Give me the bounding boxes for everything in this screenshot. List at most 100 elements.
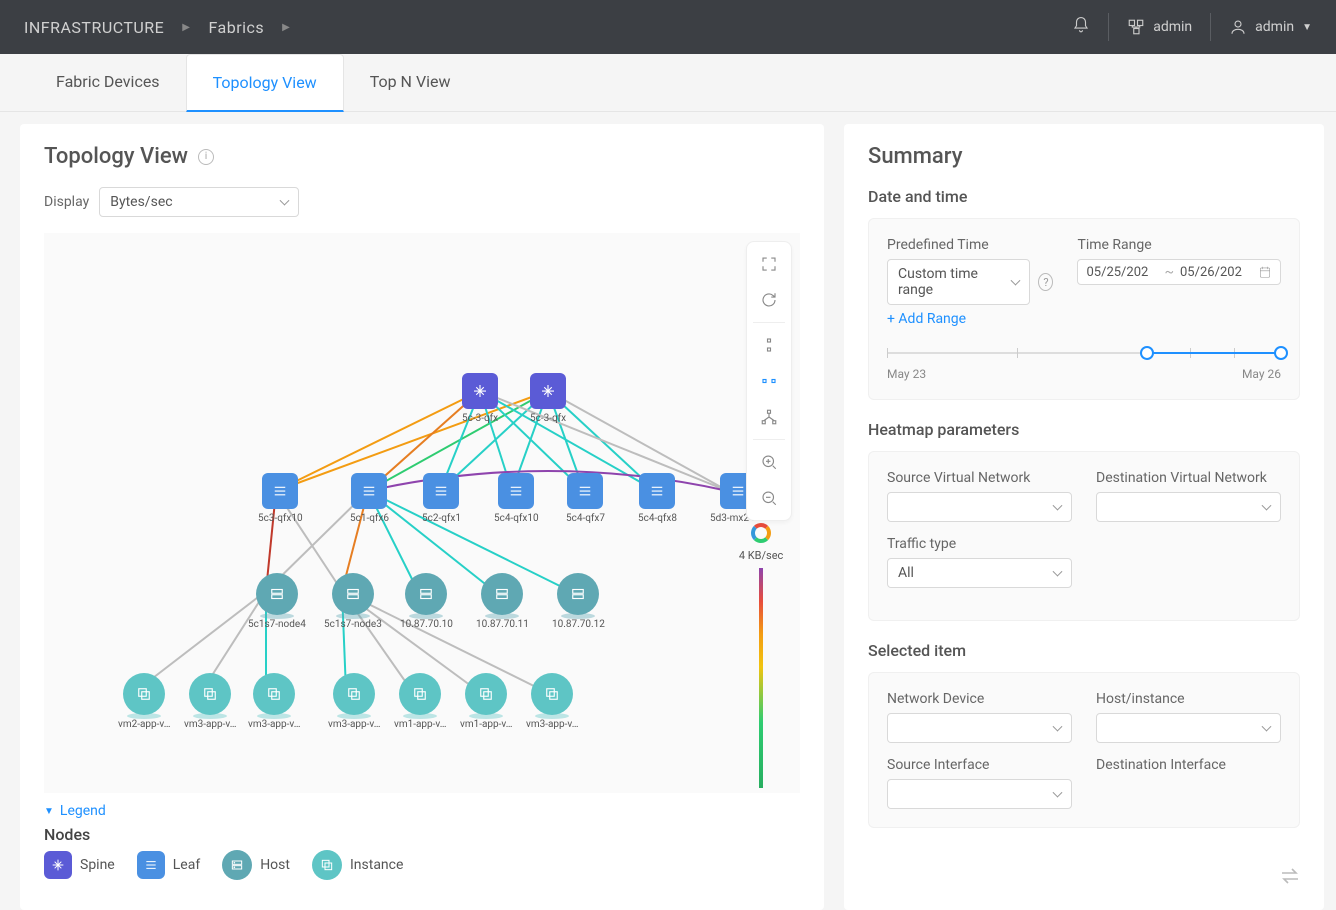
breadcrumb-section[interactable]: Fabrics bbox=[208, 18, 264, 37]
net-device-label: Network Device bbox=[887, 691, 1072, 707]
time-range-label: Time Range bbox=[1077, 237, 1281, 253]
summary-title: Summary bbox=[868, 144, 1300, 169]
heatmap-ring-icon bbox=[751, 523, 771, 543]
range-separator: ~ bbox=[1164, 264, 1174, 280]
chevron-right-icon: ▶ bbox=[282, 22, 290, 33]
bell-icon[interactable] bbox=[1072, 16, 1090, 38]
dst-vn-label: Destination Virtual Network bbox=[1096, 470, 1281, 486]
node-host-1[interactable]: 5c1s7-node4 bbox=[248, 573, 306, 630]
tab-top-n-view[interactable]: Top N View bbox=[344, 54, 477, 111]
node-inst-2[interactable]: vm3-app-v… bbox=[184, 673, 236, 730]
node-inst-3[interactable]: vm3-app-v… bbox=[248, 673, 300, 730]
traffic-type-select[interactable]: All bbox=[887, 558, 1072, 588]
tab-topology-view[interactable]: Topology View bbox=[186, 54, 344, 112]
src-vn-select[interactable] bbox=[887, 492, 1072, 522]
time-slider[interactable]: May 23 May 26 bbox=[887, 345, 1281, 381]
node-inst-6[interactable]: vm1-app-v… bbox=[460, 673, 512, 730]
legend-section-title: Nodes bbox=[44, 825, 800, 844]
legend-toggle-label: Legend bbox=[60, 803, 106, 819]
traffic-type-label: Traffic type bbox=[887, 536, 1072, 552]
node-leaf-1[interactable]: 5c3-qfx10 bbox=[258, 473, 303, 524]
time-range-from[interactable] bbox=[1086, 265, 1158, 280]
tab-fabric-devices[interactable]: Fabric Devices bbox=[30, 54, 186, 111]
node-leaf-4[interactable]: 5c4-qfx10 bbox=[494, 473, 539, 524]
user-menu[interactable]: admin ▼ bbox=[1229, 18, 1312, 36]
node-host-2[interactable]: 5c1s7-node3 bbox=[324, 573, 382, 630]
topbar-right: admin admin ▼ bbox=[1072, 13, 1312, 41]
selected-section-title: Selected item bbox=[868, 641, 1300, 660]
time-range-to[interactable] bbox=[1180, 265, 1252, 280]
heatmap-scale: 4 KB/sec 0 Bytes/sec bbox=[732, 523, 790, 793]
node-inst-4[interactable]: vm3-app-v… bbox=[328, 673, 380, 730]
host-instance-label: Host/instance bbox=[1096, 691, 1281, 707]
legend-toggle[interactable]: ▼ Legend bbox=[44, 803, 800, 819]
slider-label-to: May 26 bbox=[1242, 367, 1281, 381]
node-spine-1[interactable]: 5c-3-qfx bbox=[462, 373, 498, 424]
node-host-4[interactable]: 10.87.70.11 bbox=[476, 573, 529, 630]
node-leaf-6[interactable]: 5c4-qfx8 bbox=[638, 473, 677, 524]
breadcrumb-root[interactable]: INFRASTRUCTURE bbox=[24, 18, 164, 37]
node-leaf-3[interactable]: 5c2-qfx1 bbox=[422, 473, 461, 524]
summary-panel: Summary Date and time Predefined Time Cu… bbox=[844, 124, 1324, 910]
divider bbox=[1210, 13, 1211, 41]
display-value: Bytes/sec bbox=[110, 194, 172, 210]
help-icon[interactable]: ? bbox=[1038, 273, 1053, 291]
instance-icon bbox=[312, 850, 342, 880]
slider-handle-start[interactable] bbox=[1140, 346, 1154, 360]
leaf-icon bbox=[137, 851, 165, 879]
display-row: Display Bytes/sec bbox=[44, 187, 800, 217]
predefined-time-value: Custom time range bbox=[898, 266, 978, 298]
host-instance-select[interactable] bbox=[1096, 713, 1281, 743]
chevron-right-icon: ▶ bbox=[182, 22, 190, 33]
sitemap-icon bbox=[1127, 18, 1145, 36]
page-title-text: Topology View bbox=[44, 144, 188, 169]
zoom-in-button[interactable] bbox=[753, 446, 785, 478]
swap-button[interactable] bbox=[1278, 864, 1302, 888]
tenant-name: admin bbox=[1153, 19, 1192, 35]
spine-icon bbox=[44, 851, 72, 879]
heatmap-section-title: Heatmap parameters bbox=[868, 420, 1300, 439]
add-range-link[interactable]: + Add Range bbox=[887, 311, 1053, 327]
calendar-icon bbox=[1258, 265, 1272, 279]
layout-vertical-button[interactable] bbox=[753, 329, 785, 361]
zoom-out-button[interactable] bbox=[753, 482, 785, 514]
slider-label-from: May 23 bbox=[887, 367, 926, 381]
dst-if-label: Destination Interface bbox=[1096, 757, 1281, 773]
tenant-selector[interactable]: admin bbox=[1127, 18, 1192, 36]
canvas-toolbar bbox=[746, 241, 792, 521]
node-host-5[interactable]: 10.87.70.12 bbox=[552, 573, 605, 630]
node-leaf-5[interactable]: 5c4-qfx7 bbox=[566, 473, 605, 524]
src-if-select[interactable] bbox=[887, 779, 1072, 809]
display-label: Display bbox=[44, 194, 89, 210]
node-host-3[interactable]: 10.87.70.10 bbox=[400, 573, 453, 630]
user-name: admin bbox=[1255, 19, 1294, 35]
scale-max: 4 KB/sec bbox=[739, 549, 783, 562]
tabs: Fabric Devices Topology View Top N View bbox=[0, 54, 1336, 112]
dst-vn-select[interactable] bbox=[1096, 492, 1281, 522]
node-inst-7[interactable]: vm3-app-v… bbox=[526, 673, 578, 730]
chevron-down-icon: ▼ bbox=[44, 806, 54, 817]
layout-tree-button[interactable] bbox=[753, 401, 785, 433]
node-inst-1[interactable]: vm2-app-v… bbox=[118, 673, 170, 730]
node-spine-2[interactable]: 5c-3-qfx bbox=[530, 373, 566, 424]
legend-host: Host bbox=[222, 850, 290, 880]
predefined-time-select[interactable]: Custom time range bbox=[887, 259, 1030, 305]
fullscreen-button[interactable] bbox=[753, 248, 785, 280]
info-icon[interactable]: i bbox=[198, 149, 214, 165]
breadcrumb: INFRASTRUCTURE ▶ Fabrics ▶ bbox=[24, 18, 290, 37]
topology-canvas[interactable]: 5c-3-qfx 5c-3-qfx 5c3-qfx10 5c1-qfx6 5c2-qfx… bbox=[44, 233, 800, 793]
src-vn-label: Source Virtual Network bbox=[887, 470, 1072, 486]
node-inst-5[interactable]: vm1-app-v… bbox=[394, 673, 446, 730]
legend-leaf: Leaf bbox=[137, 851, 200, 879]
chevron-down-icon: ▼ bbox=[1302, 22, 1312, 33]
src-if-label: Source Interface bbox=[887, 757, 1072, 773]
net-device-select[interactable] bbox=[887, 713, 1072, 743]
scale-gradient bbox=[759, 568, 763, 788]
node-leaf-2[interactable]: 5c1-qfx6 bbox=[350, 473, 389, 524]
layout-horizontal-button[interactable] bbox=[753, 365, 785, 397]
slider-handle-end[interactable] bbox=[1274, 346, 1288, 360]
refresh-button[interactable] bbox=[753, 284, 785, 316]
display-select[interactable]: Bytes/sec bbox=[99, 187, 299, 217]
datetime-section-title: Date and time bbox=[868, 187, 1300, 206]
time-range-picker[interactable]: ~ bbox=[1077, 259, 1281, 285]
